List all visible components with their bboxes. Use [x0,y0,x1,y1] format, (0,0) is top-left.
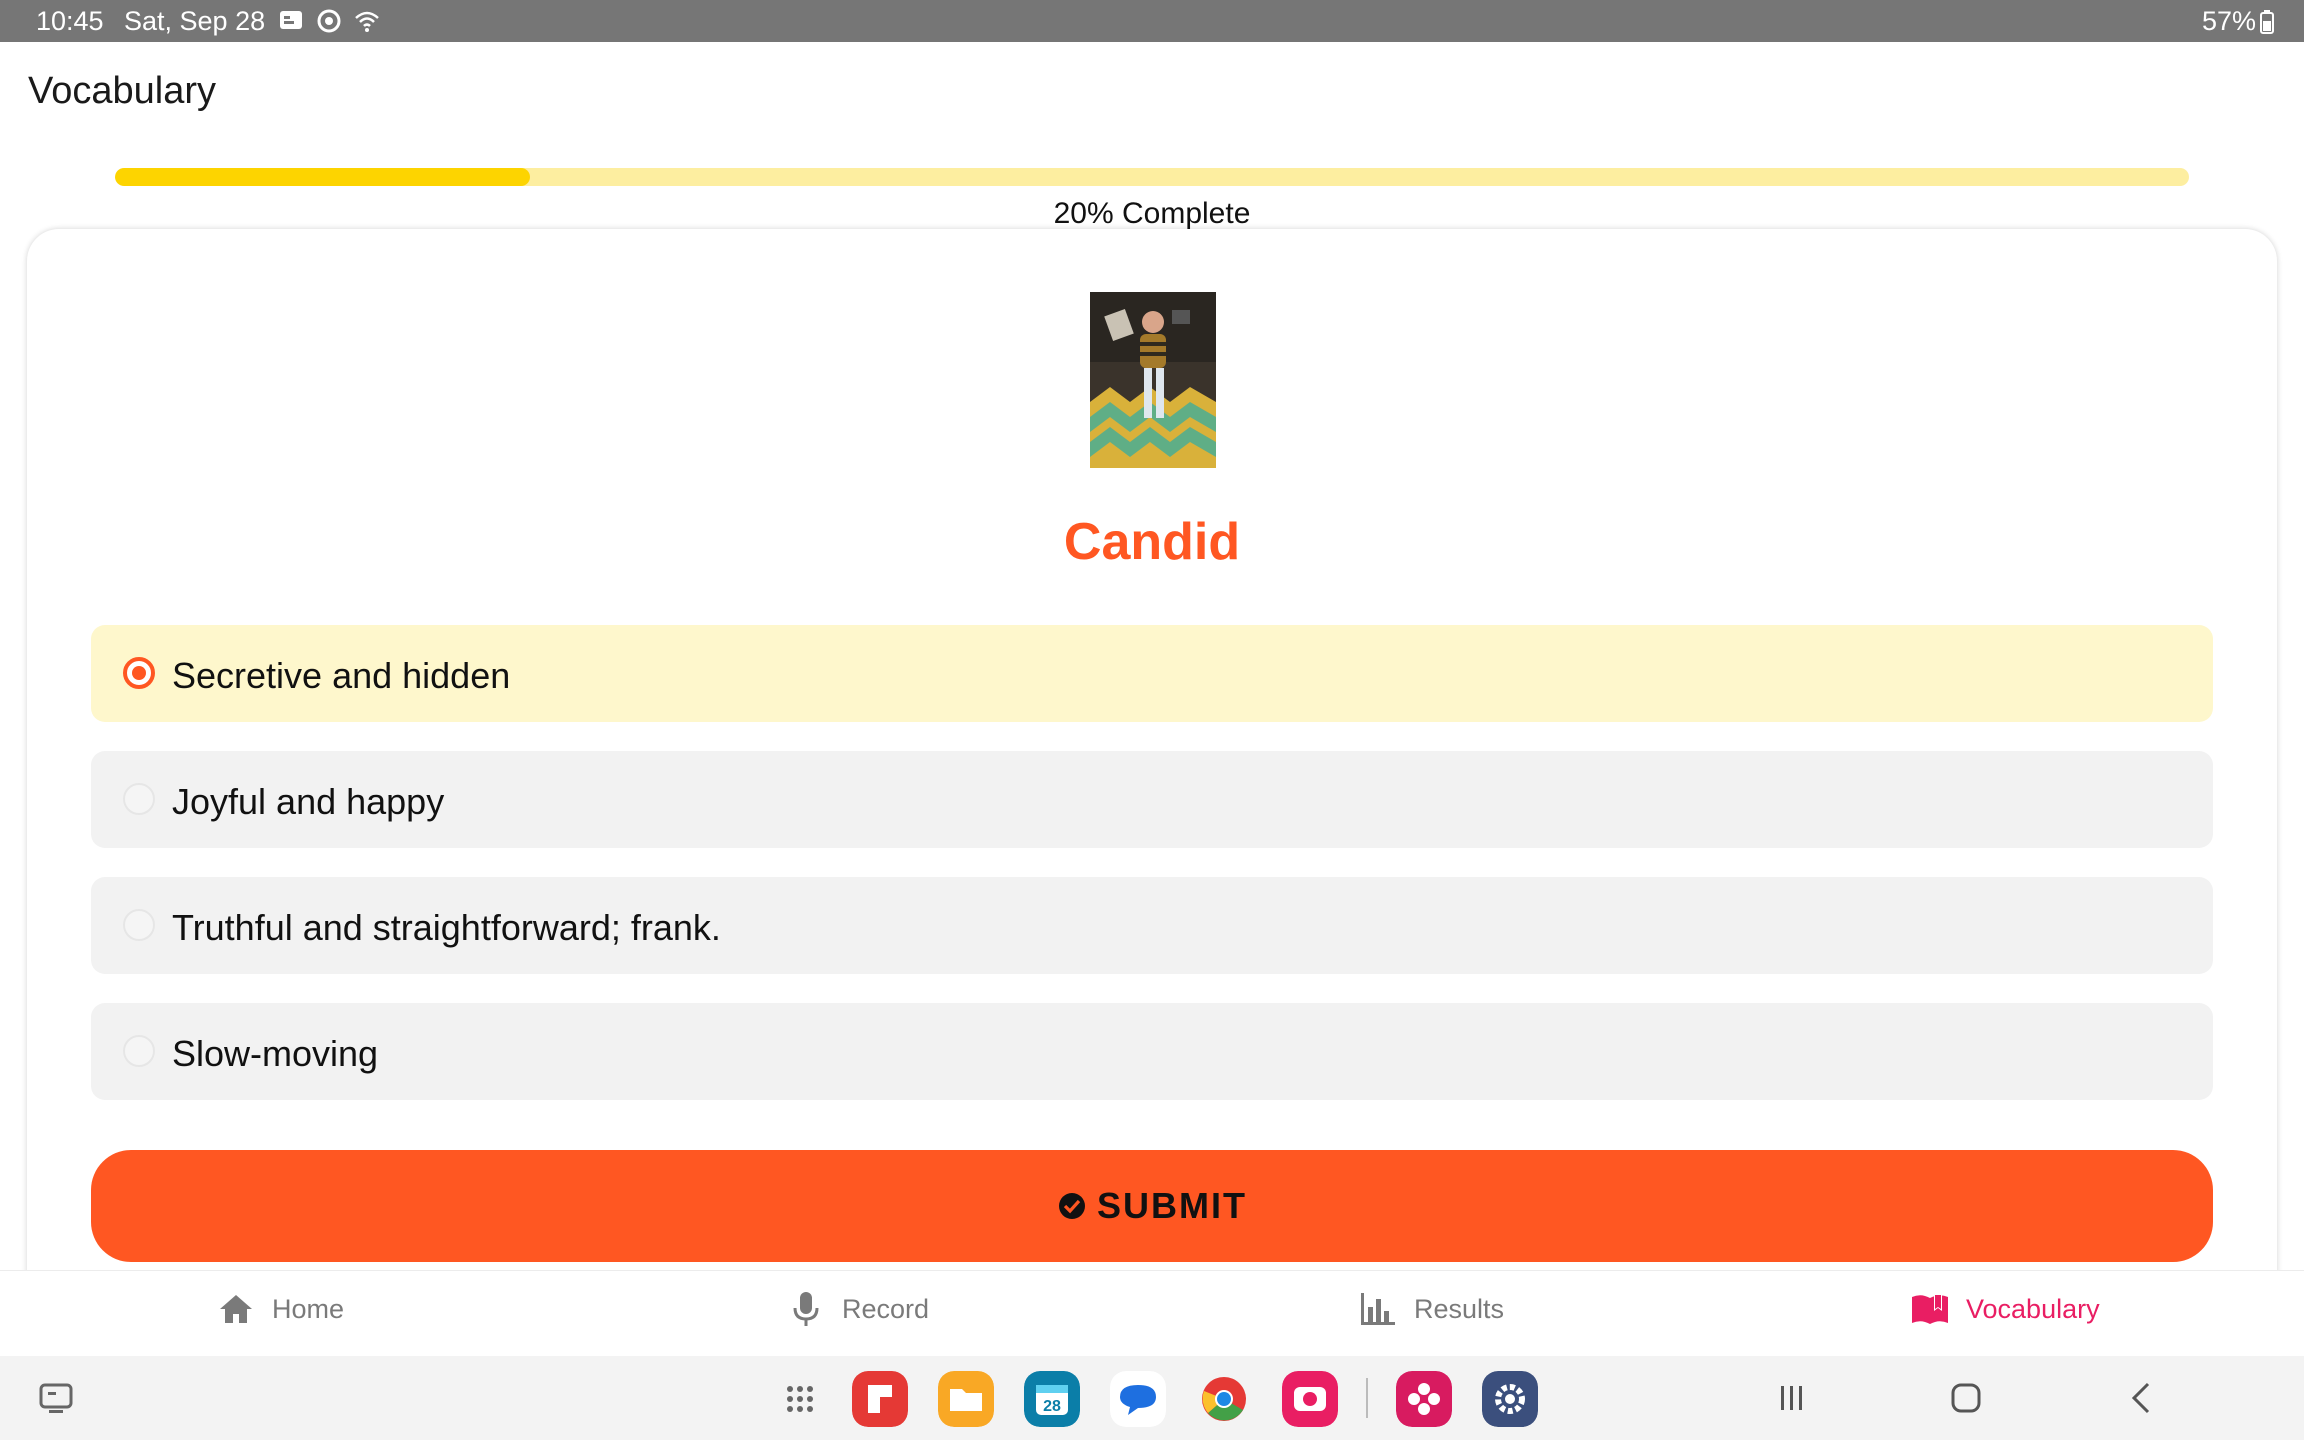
notification-icon [280,11,302,29]
bar-chart-icon [1361,1293,1395,1325]
illustration-image [1090,292,1216,468]
screen-recorder-icon[interactable] [1282,1371,1338,1427]
submit-button[interactable]: SUBMIT [91,1150,2213,1262]
home-button-icon[interactable] [1948,1380,1984,1416]
radio-button[interactable] [123,909,155,941]
status-icons [278,8,380,34]
progress-fill [115,168,530,186]
radio-button[interactable] [123,657,155,689]
messages-icon[interactable] [1110,1371,1166,1427]
nav-vocabulary-label: Vocabulary [1966,1293,2100,1324]
chrome-icon[interactable] [1196,1371,1252,1427]
nav-home[interactable]: Home [216,1289,344,1329]
status-bar: 10:45 Sat, Sep 28 57% [0,0,2304,42]
option-label: Secretive and hidden [172,655,511,696]
system-dock: 28 [0,1356,2304,1440]
nav-record-label: Record [842,1293,930,1324]
wifi-icon [355,11,379,32]
sync-icon [317,9,341,33]
taskbar-icon[interactable] [38,1380,74,1416]
battery-indicator: 57% [2202,6,2274,37]
option-label: Joyful and happy [172,781,445,822]
option-label: Slow-moving [172,1033,379,1074]
battery-icon [2260,9,2274,34]
nav-vocabulary[interactable]: Vocabulary [1910,1289,2100,1329]
progress-label: 20% Complete [1053,197,1251,230]
option-label: Truthful and straightforward; frank. [172,907,721,948]
nav-results[interactable]: Results [1358,1289,1504,1329]
recent-apps-icon[interactable] [1773,1380,1809,1416]
book-icon [1912,1295,1948,1324]
home-icon [220,1295,252,1323]
vocabulary-word: Candid [1063,513,1241,571]
nav-results-label: Results [1414,1293,1505,1324]
flipboard-icon[interactable] [852,1371,908,1427]
app-drawer-icon[interactable] [772,1371,828,1427]
radio-button[interactable] [123,1035,155,1067]
option-2[interactable]: Truthful and straightforward; frank. [91,877,2213,974]
status-time: 10:45 [36,6,104,36]
gallery-icon[interactable] [1396,1371,1452,1427]
radio-button[interactable] [123,783,155,815]
status-date: Sat, Sep 28 [124,6,266,36]
my-files-icon[interactable] [938,1371,994,1427]
option-1[interactable]: Joyful and happy [91,751,2213,848]
battery-level: 57% [2201,6,2256,36]
dock-divider [1366,1378,1368,1418]
back-icon[interactable] [2124,1380,2160,1416]
option-3[interactable]: Slow-moving [91,1003,2213,1100]
page-title: Vocabulary [28,70,217,112]
calendar-icon[interactable]: 28 [1024,1371,1080,1427]
progress-bar [115,168,2189,186]
submit-label: SUBMIT [1097,1185,1247,1226]
bottom-navigation: Home Record Results Vocabulary [0,1270,2304,1357]
check-circle-icon [1059,1193,1085,1219]
nav-record[interactable]: Record [786,1289,929,1329]
nav-home-label: Home [272,1293,345,1324]
option-0[interactable]: Secretive and hidden [91,625,2213,722]
svg-text:28: 28 [1043,1398,1061,1415]
settings-icon[interactable] [1482,1371,1538,1427]
microphone-icon [793,1292,819,1326]
